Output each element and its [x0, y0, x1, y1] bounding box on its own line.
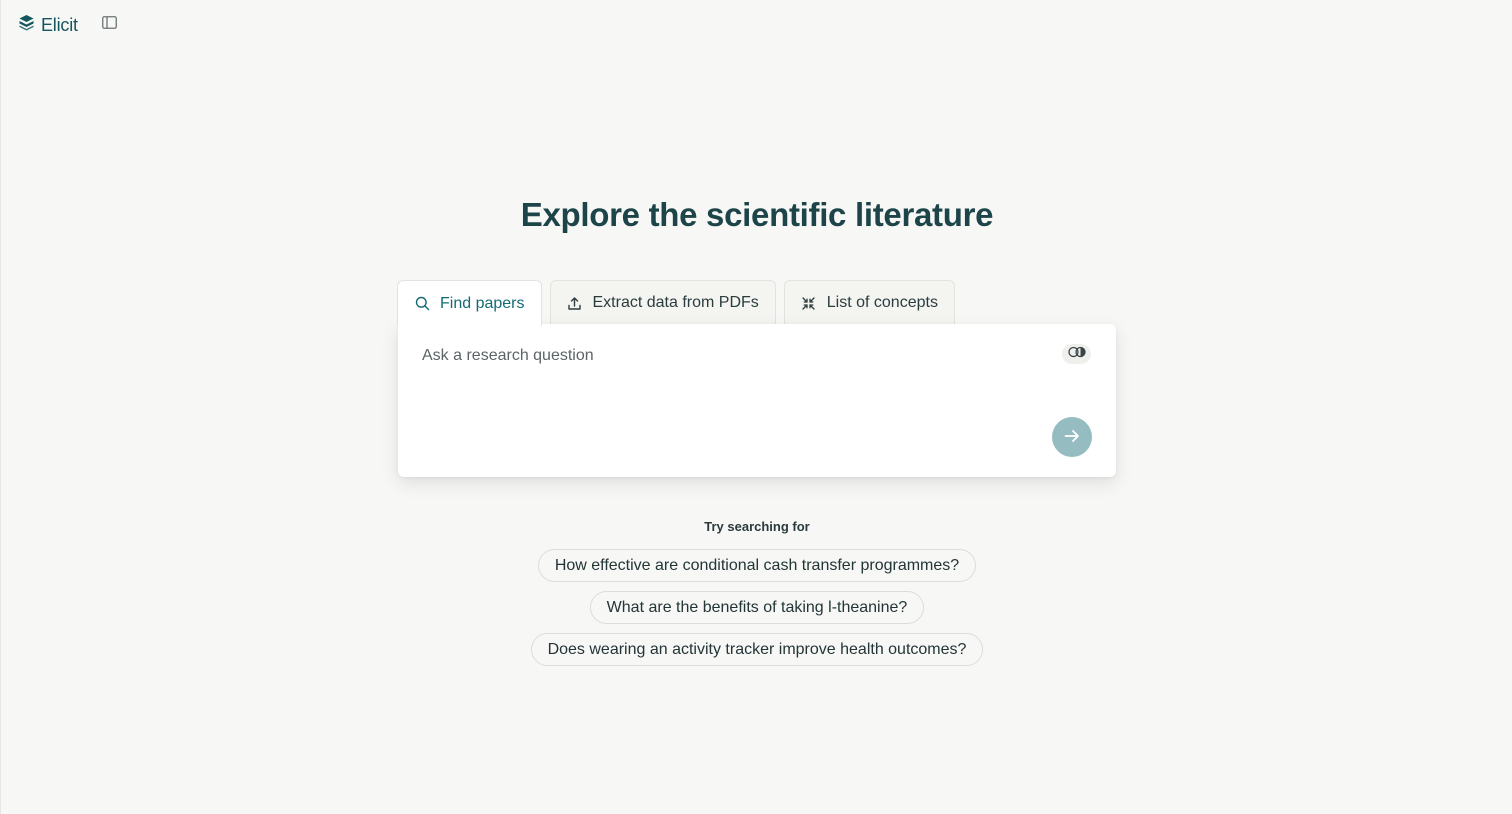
tab-label: List of concepts [826, 294, 938, 311]
collapse-arrows-icon [801, 295, 817, 311]
suggestion-chip[interactable]: Does wearing an activity tracker improve… [530, 633, 984, 666]
brand-name: Elicit [41, 14, 78, 35]
mode-tabs: Find papers Extract data from PDFs List … [397, 280, 955, 326]
tab-label: Extract data from PDFs [592, 294, 759, 311]
suggestions-heading: Try searching for [704, 519, 810, 534]
research-question-input[interactable] [422, 342, 1042, 370]
search-icon [414, 296, 430, 312]
suggestion-list: How effective are conditional cash trans… [1, 549, 1512, 666]
top-bar: Elicit [18, 14, 120, 36]
brand-logo-link[interactable]: Elicit [18, 14, 78, 36]
upload-icon [567, 295, 583, 311]
tab-label: Find papers [440, 294, 525, 312]
mode-toggle-button[interactable] [1062, 344, 1091, 364]
page: Elicit Explore the scientific literature… [0, 0, 1512, 814]
sidebar-toggle-icon [102, 16, 118, 34]
page-title: Explore the scientific literature [520, 196, 994, 233]
suggestion-chip[interactable]: What are the benefits of taking l-theani… [589, 591, 925, 624]
search-card [398, 324, 1116, 477]
elicit-logo-icon [18, 14, 35, 36]
toggle-circles-icon [1067, 345, 1087, 363]
sidebar-toggle-button[interactable] [100, 15, 120, 35]
tab-extract-data[interactable]: Extract data from PDFs [549, 280, 776, 325]
suggestion-chip[interactable]: How effective are conditional cash trans… [537, 549, 977, 582]
tab-find-papers[interactable]: Find papers [397, 280, 542, 326]
arrow-right-icon [1063, 427, 1081, 448]
tab-list-of-concepts[interactable]: List of concepts [783, 280, 955, 325]
submit-search-button[interactable] [1052, 417, 1092, 457]
